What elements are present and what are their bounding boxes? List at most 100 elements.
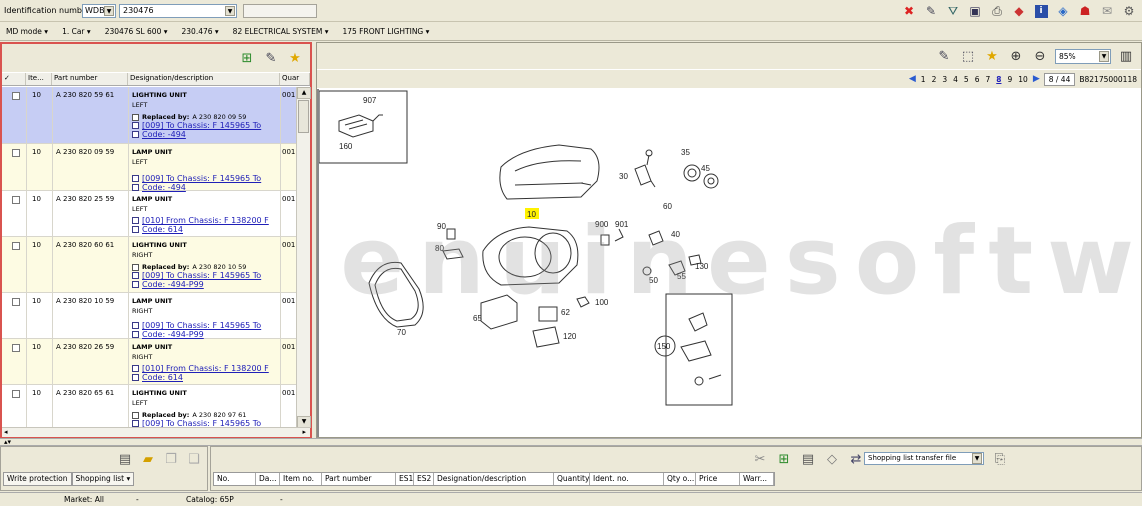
cart-col[interactable]: ES1 xyxy=(396,473,414,485)
callout-70[interactable]: 70 xyxy=(397,328,406,337)
callout-65[interactable]: 65 xyxy=(473,314,482,323)
row-checkbox[interactable] xyxy=(12,149,20,157)
row-chassis-link[interactable]: [010] From Chassis: F 138200 F xyxy=(132,216,282,225)
favorite-star-icon[interactable]: ★ xyxy=(983,47,1001,65)
print-icon[interactable]: ⎙ xyxy=(988,3,1006,20)
col-item[interactable]: Ite... xyxy=(26,73,52,85)
col-quantity[interactable]: Quar xyxy=(280,73,310,85)
transfer-icon[interactable]: ⇄ xyxy=(847,450,865,468)
transfer-file-select[interactable]: Shopping list transfer file ▼ xyxy=(864,452,984,465)
callout-907[interactable]: 907 xyxy=(363,96,377,105)
row-checkbox[interactable] xyxy=(12,92,20,100)
zoom-out-icon[interactable]: ⊖ xyxy=(1031,47,1049,65)
page-link[interactable]: 7 xyxy=(984,75,991,84)
callout-130[interactable]: 130 xyxy=(695,262,709,271)
callout-900[interactable]: 900 xyxy=(595,220,609,229)
chevron-down-icon[interactable]: ▼ xyxy=(104,6,114,16)
panel-splitter[interactable]: ▴▾ xyxy=(0,438,1142,446)
cart-col[interactable]: ES2 xyxy=(414,473,434,485)
table-row[interactable]: 10 A 230 820 10 59 LAMP UNIT RIGHT [009]… xyxy=(2,293,296,339)
col-part-number[interactable]: Part number xyxy=(52,73,128,85)
edit-form-icon[interactable]: ✎ xyxy=(922,3,940,20)
row-code-link[interactable]: Code: 614 xyxy=(132,225,282,234)
info-icon[interactable]: i xyxy=(1032,3,1050,20)
scroll-up-icon[interactable]: ▲ xyxy=(297,87,311,99)
cart-col[interactable]: Da... xyxy=(256,473,280,485)
select-area-icon[interactable]: ⬚ xyxy=(959,47,977,65)
document-icon[interactable]: ▤ xyxy=(116,450,134,468)
paste-icon[interactable]: ❑ xyxy=(185,450,203,468)
col-designation[interactable]: Designation/description xyxy=(128,73,280,85)
page-link[interactable]: 9 xyxy=(1006,75,1013,84)
page-link[interactable]: 10 xyxy=(1017,75,1029,84)
row-chassis-link[interactable]: [009] To Chassis: F 145965 To xyxy=(132,271,282,280)
callout-160[interactable]: 160 xyxy=(339,142,353,151)
chevron-down-icon[interactable]: ▼ xyxy=(225,6,235,16)
favorite-star-icon[interactable]: ★ xyxy=(286,49,304,67)
table-row[interactable]: 10 A 230 820 65 61 LIGHTING UNIT LEFT Re… xyxy=(2,385,296,428)
table-row[interactable]: 10 A 230 820 26 59 LAMP UNIT RIGHT [010]… xyxy=(2,339,296,385)
row-checkbox[interactable] xyxy=(12,298,20,306)
callout-30[interactable]: 30 xyxy=(619,172,628,181)
page-link-current[interactable]: 8 xyxy=(995,75,1002,84)
eraser-icon[interactable]: ◆ xyxy=(1010,3,1028,20)
callout-90[interactable]: 90 xyxy=(437,222,446,231)
chevron-down-icon[interactable]: ▼ xyxy=(1099,50,1109,62)
crumb-model[interactable]: 230476 SL 600 ▾ xyxy=(105,27,168,36)
callout-100[interactable]: 100 xyxy=(595,298,609,307)
cart-col[interactable]: No. xyxy=(214,473,256,485)
cart-col[interactable]: Quantity xyxy=(554,473,590,485)
row-checkbox[interactable] xyxy=(12,390,20,398)
ident-type-select[interactable]: WDB ▼ xyxy=(82,4,116,18)
crumb-subgroup[interactable]: 175 FRONT LIGHTING ▾ xyxy=(342,27,429,36)
row-code-link[interactable]: Code: 614 xyxy=(132,373,282,382)
replaced-checkbox[interactable] xyxy=(132,113,139,121)
callout-55[interactable]: 55 xyxy=(677,272,686,281)
envelope-icon[interactable]: ✉ xyxy=(1098,3,1116,20)
row-code-link[interactable]: Code: -494-P99 xyxy=(132,280,282,289)
page-link[interactable]: 4 xyxy=(952,75,959,84)
ident-extra-field[interactable] xyxy=(243,4,317,18)
crumb-car[interactable]: 1. Car ▾ xyxy=(62,27,91,36)
settings-gear-icon[interactable]: ⚙ xyxy=(1120,3,1138,20)
callout-10[interactable]: 10 xyxy=(527,210,536,219)
eraser-icon[interactable]: ◇ xyxy=(823,450,841,468)
zoom-in-icon[interactable]: ⊕ xyxy=(1007,47,1025,65)
document-icon[interactable]: ▤ xyxy=(799,450,817,468)
cart-col[interactable]: Ident. no. xyxy=(590,473,664,485)
window-icon[interactable]: ▣ xyxy=(966,3,984,20)
row-checkbox[interactable] xyxy=(12,344,20,352)
book-icon[interactable]: ◈ xyxy=(1054,3,1072,20)
callout-40[interactable]: 40 xyxy=(671,230,680,239)
export-icon[interactable]: ⎘ xyxy=(991,450,1009,468)
cart-col[interactable]: Warr... xyxy=(740,473,774,485)
row-chassis-link[interactable]: [010] From Chassis: F 138200 F xyxy=(132,364,282,373)
delete-red-x-icon[interactable]: ✖ xyxy=(900,3,918,20)
callout-901[interactable]: 901 xyxy=(615,220,629,229)
crumb-md-mode[interactable]: MD mode ▾ xyxy=(6,27,48,36)
page-link[interactable]: 1 xyxy=(920,75,927,84)
parts-horizontal-scrollbar[interactable]: ◂ ▸ xyxy=(2,427,310,437)
notes-icon[interactable]: ✎ xyxy=(935,47,953,65)
filter-icon[interactable]: ⛛ xyxy=(944,3,962,20)
tools-icon[interactable]: ✂ xyxy=(751,450,769,468)
parts-vertical-scrollbar[interactable]: ▲ ▼ xyxy=(296,87,311,428)
table-row[interactable]: 10 A 230 820 60 61 LIGHTING UNIT RIGHT R… xyxy=(2,237,296,293)
cart-col[interactable]: Item no. xyxy=(280,473,322,485)
callout-50[interactable]: 50 xyxy=(649,276,658,285)
page-link[interactable]: 3 xyxy=(941,75,948,84)
page-link[interactable]: 5 xyxy=(963,75,970,84)
prev-page-icon[interactable]: ◀ xyxy=(909,74,916,84)
callout-62[interactable]: 62 xyxy=(561,308,570,317)
exploded-view-drawing[interactable]: 907 160 35 45 30 60 10 90 80 900 901 40 130 55 50 100 65… xyxy=(317,89,1141,437)
cart-col[interactable]: Designation/description xyxy=(434,473,554,485)
page-link[interactable]: 6 xyxy=(974,75,981,84)
transfer-tool-icon[interactable]: ☗ xyxy=(1076,3,1094,20)
callout-45[interactable]: 45 xyxy=(701,164,710,173)
shopping-list-tab[interactable]: Shopping list ▾ xyxy=(71,472,135,486)
table-row[interactable]: 10 A 230 820 59 61 LIGHTING UNIT LEFT Re… xyxy=(2,87,296,144)
row-code-link[interactable]: Code: -494-P99 xyxy=(132,330,282,339)
scroll-left-icon[interactable]: ◂ xyxy=(4,428,8,436)
crumb-group[interactable]: 82 ELECTRICAL SYSTEM ▾ xyxy=(233,27,329,36)
page-link[interactable]: 2 xyxy=(931,75,938,84)
